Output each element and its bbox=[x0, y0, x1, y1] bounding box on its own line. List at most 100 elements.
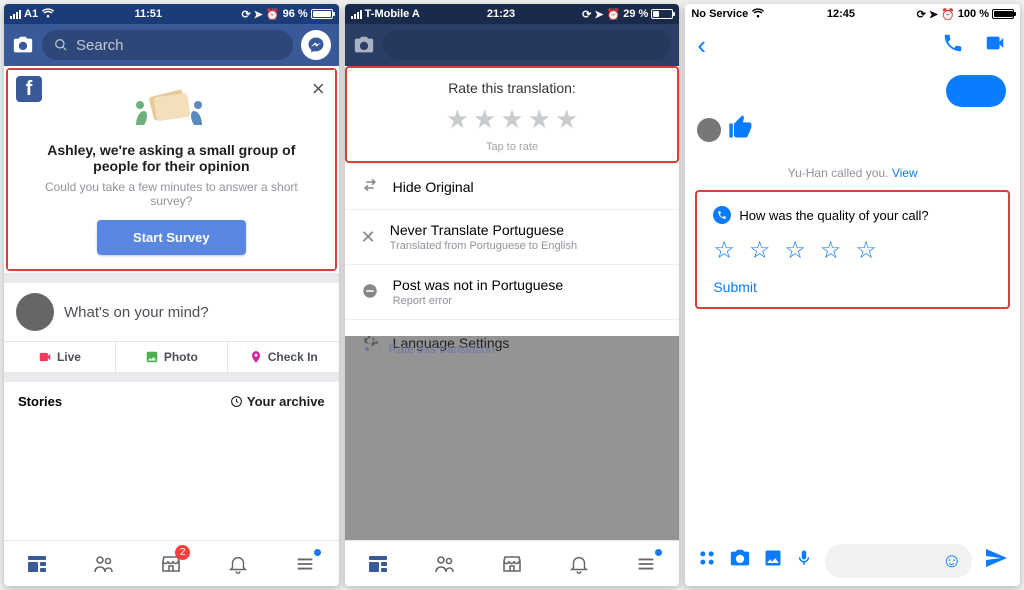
call-note: Yu-Han called you. View bbox=[685, 166, 1020, 180]
composer-actions: Live Photo Check In bbox=[4, 341, 339, 372]
star-icon[interactable]: ★ bbox=[446, 104, 469, 135]
call-rating-title: How was the quality of your call? bbox=[739, 208, 928, 223]
gallery-icon[interactable] bbox=[763, 548, 783, 574]
back-button[interactable]: ‹ bbox=[697, 30, 706, 61]
emoji-icon[interactable]: ☺ bbox=[942, 550, 962, 573]
nav-notifications[interactable] bbox=[205, 541, 272, 586]
action-sheet: Rate this translation: ★ ★ ★ ★ ★ Tap to … bbox=[345, 66, 680, 365]
avatar bbox=[16, 293, 54, 331]
nav-menu[interactable] bbox=[272, 541, 339, 586]
phone-translation-sheet: T-Mobile A 21:23 ⟳ ➤ ⏰ 29 % Rate this tr… bbox=[345, 4, 680, 586]
star-outline-icon[interactable]: ☆ bbox=[784, 236, 806, 265]
photo-button[interactable]: Photo bbox=[116, 342, 228, 372]
nav-badge: 2 bbox=[175, 545, 190, 560]
bottom-nav: 2 bbox=[4, 540, 339, 586]
battery-icon bbox=[651, 9, 673, 19]
location-icon: ➤ bbox=[254, 8, 263, 21]
messenger-icon[interactable] bbox=[301, 30, 331, 60]
rating-stars[interactable]: ★ ★ ★ ★ ★ bbox=[347, 104, 678, 135]
status-bar: A1 11:51 ⟳ ➤ ⏰ 96 % bbox=[4, 4, 339, 24]
survey-card-highlight: f × Ashley, we're asking a small group o… bbox=[6, 68, 337, 271]
status-bar: T-Mobile A 21:23 ⟳ ➤ ⏰ 29 % bbox=[345, 4, 680, 24]
bottom-nav bbox=[345, 540, 680, 586]
composer[interactable]: What's on your mind? bbox=[4, 283, 339, 341]
submit-button[interactable]: Submit bbox=[713, 279, 992, 295]
apps-icon[interactable] bbox=[697, 548, 717, 574]
nav-friends[interactable] bbox=[412, 541, 479, 586]
nav-notifications[interactable] bbox=[545, 541, 612, 586]
star-outline-icon[interactable]: ☆ bbox=[713, 236, 735, 265]
orientation-lock-icon: ⟳ bbox=[917, 8, 926, 21]
location-icon: ➤ bbox=[594, 8, 603, 21]
star-outline-icon[interactable]: ☆ bbox=[749, 236, 771, 265]
row-never-translate[interactable]: ✕ Never Translate PortugueseTranslated f… bbox=[345, 209, 680, 264]
status-time: 11:51 bbox=[134, 8, 162, 20]
sent-message-bubble bbox=[946, 75, 1006, 107]
section-gap bbox=[4, 273, 339, 283]
survey-sub: Could you take a few minutes to answer a… bbox=[26, 180, 317, 208]
camera-icon[interactable] bbox=[729, 547, 751, 575]
video-call-button[interactable] bbox=[982, 32, 1008, 59]
message-input[interactable]: ☺ bbox=[825, 544, 972, 578]
orientation-lock-icon: ⟳ bbox=[241, 8, 250, 21]
send-button[interactable] bbox=[984, 546, 1008, 576]
star-icon[interactable]: ★ bbox=[473, 104, 496, 135]
carrier-label: T-Mobile A bbox=[365, 8, 420, 20]
dimmed-overlay[interactable]: · Rate this translation bbox=[345, 336, 680, 540]
rate-header: Rate this translation: ★ ★ ★ ★ ★ Tap to … bbox=[347, 68, 678, 161]
nav-marketplace[interactable]: 2 bbox=[138, 541, 205, 586]
battery-pct: 29 % bbox=[623, 8, 648, 20]
row-report-error[interactable]: Post was not in Portuguese Report error bbox=[345, 264, 680, 319]
start-survey-button[interactable]: Start Survey bbox=[97, 220, 246, 255]
row-label: Never Translate Portuguese bbox=[390, 222, 564, 238]
star-outline-icon[interactable]: ☆ bbox=[855, 236, 877, 265]
nav-friends[interactable] bbox=[71, 541, 138, 586]
close-icon[interactable]: × bbox=[312, 76, 325, 102]
row-label: Post was not in Portuguese bbox=[393, 277, 563, 293]
live-icon bbox=[38, 350, 52, 364]
alarm-icon: ⏰ bbox=[941, 8, 955, 21]
carrier-label: A1 bbox=[24, 8, 38, 20]
battery-pct: 96 % bbox=[283, 8, 308, 20]
star-icon[interactable]: ★ bbox=[555, 104, 578, 135]
call-rating-stars[interactable]: ☆ ☆ ☆ ☆ ☆ bbox=[713, 236, 992, 265]
stories-header: Stories Your archive bbox=[4, 382, 339, 421]
phone-messenger: No Service 12:45 ⟳ ➤ ⏰ 100 % ‹ Yu-Han ca… bbox=[685, 4, 1020, 586]
nav-newsfeed[interactable] bbox=[345, 541, 412, 586]
messenger-header: ‹ bbox=[685, 24, 1020, 67]
row-sublabel: Report error bbox=[393, 295, 563, 307]
survey-headline: Ashley, we're asking a small group of pe… bbox=[26, 142, 317, 174]
status-time: 12:45 bbox=[827, 8, 855, 20]
phone-badge-icon bbox=[713, 206, 731, 224]
search-input[interactable]: Search bbox=[42, 30, 293, 60]
row-label: Hide Original bbox=[393, 179, 474, 195]
star-outline-icon[interactable]: ☆ bbox=[820, 236, 842, 265]
your-archive-button[interactable]: Your archive bbox=[230, 394, 325, 409]
voice-call-button[interactable] bbox=[942, 32, 964, 59]
mic-icon[interactable] bbox=[795, 547, 813, 575]
carrier-label: No Service bbox=[691, 8, 748, 20]
wifi-icon bbox=[751, 8, 765, 21]
alarm-icon: ⏰ bbox=[266, 8, 280, 21]
pin-icon bbox=[249, 350, 263, 364]
nav-marketplace[interactable] bbox=[479, 541, 546, 586]
star-icon[interactable]: ★ bbox=[500, 104, 523, 135]
rate-title: Rate this translation: bbox=[347, 80, 678, 96]
view-link[interactable]: View bbox=[892, 166, 918, 180]
phone-facebook-feed: A1 11:51 ⟳ ➤ ⏰ 96 % Search f × bbox=[4, 4, 339, 586]
nav-menu[interactable] bbox=[612, 541, 679, 586]
live-button[interactable]: Live bbox=[4, 342, 116, 372]
rate-highlight: Rate this translation: ★ ★ ★ ★ ★ Tap to … bbox=[345, 66, 680, 163]
call-rating-card: How was the quality of your call? ☆ ☆ ☆ … bbox=[697, 192, 1008, 307]
row-hide-original[interactable]: Hide Original bbox=[345, 163, 680, 209]
checkin-button[interactable]: Check In bbox=[228, 342, 339, 372]
avatar bbox=[697, 118, 721, 142]
camera-icon[interactable] bbox=[12, 34, 34, 56]
nav-newsfeed[interactable] bbox=[4, 541, 71, 586]
photo-icon bbox=[145, 350, 159, 364]
thumbs-up-icon[interactable] bbox=[727, 113, 755, 146]
star-icon[interactable]: ★ bbox=[528, 104, 551, 135]
search-placeholder: Search bbox=[76, 37, 124, 54]
facebook-logo-icon: f bbox=[16, 76, 42, 102]
battery-icon bbox=[992, 9, 1014, 19]
